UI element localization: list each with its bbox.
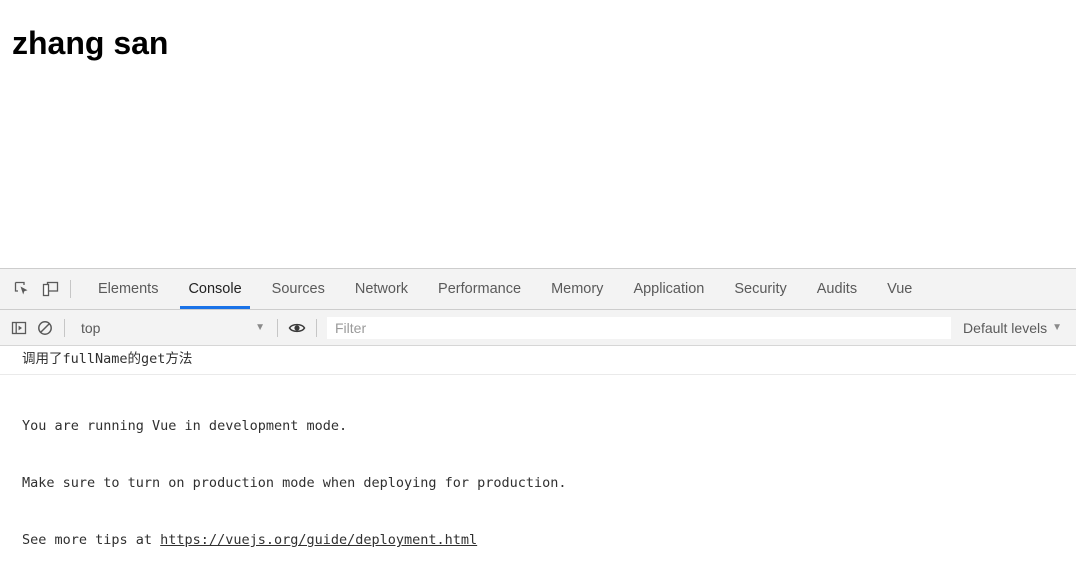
tab-sources[interactable]: Sources bbox=[257, 269, 340, 309]
chevron-down-icon-levels: ▼ bbox=[1052, 321, 1062, 333]
toolbar-divider-1 bbox=[64, 318, 65, 337]
log-text-block: You are running Vue in development mode.… bbox=[22, 379, 1076, 584]
tab-memory[interactable]: Memory bbox=[536, 269, 618, 309]
tab-network[interactable]: Network bbox=[340, 269, 423, 309]
log-levels-select[interactable]: Default levels ▼ bbox=[955, 320, 1072, 336]
toolbar-divider-2 bbox=[277, 318, 278, 337]
browser-window: zhang san Elements Console Sources Netwo… bbox=[0, 0, 1076, 584]
clear-console-icon[interactable] bbox=[32, 315, 58, 341]
vue-warning-line-3-prefix: See more tips at bbox=[22, 532, 161, 548]
log-levels-label: Default levels bbox=[963, 319, 1048, 336]
tab-audits[interactable]: Audits bbox=[802, 269, 872, 309]
live-expression-eye-icon[interactable] bbox=[284, 315, 310, 341]
tab-vue[interactable]: Vue bbox=[872, 269, 927, 309]
device-toolbar-icon[interactable] bbox=[36, 275, 64, 303]
execution-context-select[interactable]: top ▼ bbox=[71, 315, 271, 341]
console-toolbar: top ▼ Default levels ▼ bbox=[0, 310, 1076, 346]
log-message[interactable]: 调用了fullName的get方法 bbox=[0, 346, 1076, 375]
devtools-tool-icons bbox=[0, 269, 83, 309]
tab-performance[interactable]: Performance bbox=[423, 269, 536, 309]
log-message-vue-warning[interactable]: You are running Vue in development mode.… bbox=[0, 375, 1076, 584]
toolbar-divider-3 bbox=[316, 318, 317, 337]
vue-warning-line-1: You are running Vue in development mode. bbox=[22, 418, 348, 434]
tab-application[interactable]: Application bbox=[618, 269, 719, 309]
devtools-panel: Elements Console Sources Network Perform… bbox=[0, 268, 1076, 584]
vue-warning-line-3: See more tips at https://vuejs.org/guide… bbox=[22, 531, 1068, 550]
inspect-element-icon[interactable] bbox=[8, 275, 36, 303]
devtools-tabs: Elements Console Sources Network Perform… bbox=[83, 269, 1076, 309]
console-sidebar-icon[interactable] bbox=[6, 315, 32, 341]
devtools-tabbar: Elements Console Sources Network Perform… bbox=[0, 269, 1076, 310]
vue-deployment-link[interactable]: https://vuejs.org/guide/deployment.html bbox=[160, 532, 477, 548]
vue-warning-line-2: Make sure to turn on production mode whe… bbox=[22, 475, 567, 491]
execution-context-value: top bbox=[81, 319, 101, 336]
toolbar-divider bbox=[70, 280, 71, 298]
tab-elements[interactable]: Elements bbox=[83, 269, 173, 309]
page-title: zhang san bbox=[12, 25, 169, 61]
chevron-down-icon: ▼ bbox=[255, 321, 265, 333]
console-filter-input[interactable] bbox=[327, 316, 952, 339]
console-messages[interactable]: 调用了fullName的get方法 You are running Vue in… bbox=[0, 346, 1076, 584]
log-text: 调用了fullName的get方法 bbox=[22, 351, 193, 367]
page-viewport: zhang san bbox=[0, 0, 1076, 268]
tab-security[interactable]: Security bbox=[719, 269, 801, 309]
tab-console[interactable]: Console bbox=[173, 269, 256, 309]
